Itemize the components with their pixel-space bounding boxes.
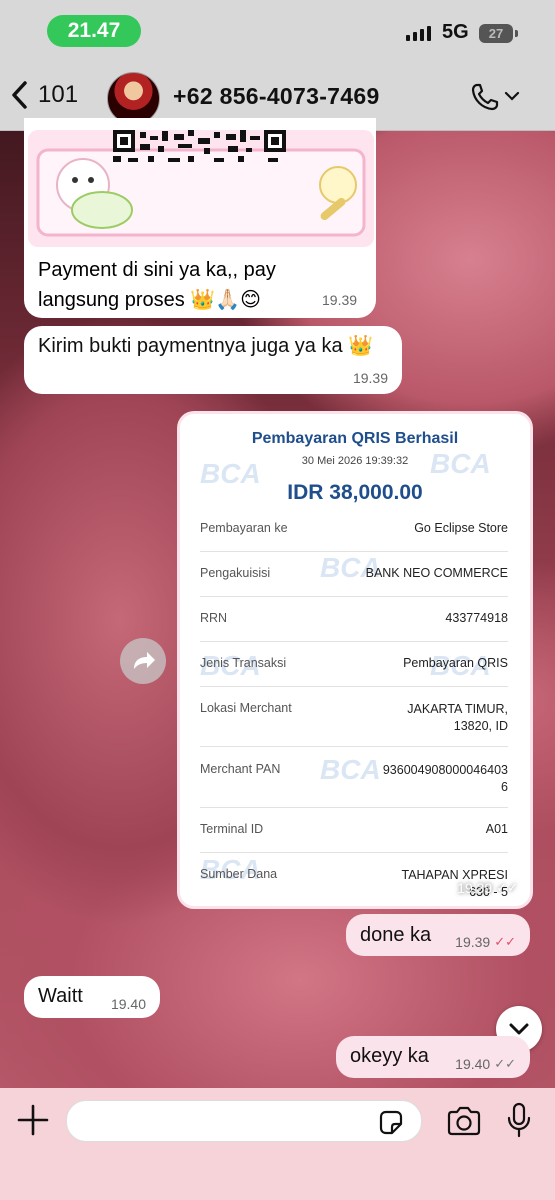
- message-time: 19.39: [322, 292, 357, 308]
- time-label: 19.39: [457, 880, 493, 896]
- row-label: RRN: [200, 611, 228, 625]
- message-text: okeyy ka: [350, 1045, 429, 1067]
- message-time: 19.39 ✓✓: [455, 934, 516, 950]
- receipt-title: Pembayaran QRIS Berhasil: [251, 430, 459, 447]
- qr-pattern: [36, 130, 366, 237]
- attach-button[interactable]: [15, 1102, 51, 1143]
- sticker-button[interactable]: [377, 1109, 405, 1142]
- row-value: BANK NEO COMMERCE: [365, 566, 508, 580]
- receipt-row: RRN 433774918: [200, 611, 508, 642]
- receipt-row: Pengakuisisi BANK NEO COMMERCE: [200, 566, 508, 597]
- row-label: Pembayaran ke: [200, 521, 288, 535]
- message-time: 19.40 ✓✓: [455, 1056, 516, 1072]
- receipt-row: Terminal ID A01: [200, 822, 508, 853]
- message-input[interactable]: [66, 1100, 422, 1142]
- message-bubble[interactable]: Kirim bukti paymentnya juga ya ka 👑 19.3…: [24, 326, 402, 394]
- row-value: Go Eclipse Store: [414, 521, 508, 535]
- battery-icon: 27: [479, 24, 518, 43]
- time-label: 19.39: [322, 292, 358, 308]
- row-value: Pembayaran QRIS: [403, 656, 508, 670]
- status-bar: 21.47 5G 27: [0, 0, 555, 64]
- message-time: 19.39: [353, 370, 388, 386]
- message-bubble[interactable]: okeyy ka 19.40 ✓✓: [336, 1036, 530, 1078]
- receipt-row: Jenis Transaksi Pembayaran QRIS: [200, 656, 508, 687]
- message-text: Waitt: [38, 985, 83, 1007]
- sticker-icon: [379, 1110, 403, 1135]
- row-label: Merchant PAN: [200, 762, 281, 776]
- signal-icon: [406, 26, 431, 41]
- call-button[interactable]: [470, 82, 520, 117]
- receipt-amount: IDR 38,000.00: [287, 481, 423, 504]
- composer-bar: [0, 1088, 555, 1200]
- receipt-datetime: 30 Mei 2026 19:39:32: [301, 455, 409, 467]
- read-tick-icon: ✓✓: [494, 934, 516, 949]
- message-time: 19.39 ✓✓: [457, 880, 518, 896]
- receipt-image[interactable]: BCA BCA BCA BCA BCA BCA BCA Pembayaran Q…: [180, 414, 530, 906]
- message-text: done ka: [360, 924, 432, 946]
- microphone-icon: [507, 1102, 531, 1138]
- row-label: Sumber Dana: [200, 867, 278, 881]
- message-bubble[interactable]: done ka 19.39 ✓✓: [346, 914, 530, 956]
- voice-note-button[interactable]: [506, 1102, 532, 1143]
- row-value: JAKARTA TIMUR, 13820, ID: [407, 702, 508, 733]
- message-text: Payment di sini ya ka,, pay langsung pro…: [38, 259, 276, 311]
- plus-icon: [17, 1104, 49, 1136]
- time-label: 19.39: [455, 934, 491, 950]
- time-label: 19.40: [455, 1056, 491, 1072]
- contact-name[interactable]: +62 856-4073-7469: [173, 83, 380, 110]
- phone-icon: [471, 83, 499, 111]
- row-label: Terminal ID: [200, 822, 264, 836]
- receipt-row: Pembayaran ke Go Eclipse Store: [200, 521, 508, 552]
- camera-icon: [447, 1106, 481, 1136]
- row-value: A01: [485, 822, 508, 836]
- receipt-row: Lokasi Merchant JAKARTA TIMUR, 13820, ID: [200, 701, 508, 747]
- read-tick-icon: ✓✓: [496, 880, 518, 895]
- message-bubble[interactable]: Waitt 19.40: [24, 976, 160, 1018]
- chevron-down-icon: [505, 91, 520, 101]
- unread-count: 101: [38, 81, 79, 108]
- time-label: 19.39: [352, 370, 388, 386]
- row-label: Pengakuisisi: [200, 566, 271, 580]
- message-time: 19.40: [111, 996, 146, 1012]
- network-type: 5G: [442, 21, 469, 43]
- row-value: 93600490800004640​3 6: [382, 763, 508, 794]
- status-time: 21.47: [47, 15, 141, 47]
- row-label: Lokasi Merchant: [200, 701, 292, 715]
- camera-button[interactable]: [446, 1105, 482, 1142]
- row-value: 433774918: [445, 611, 508, 625]
- time-label: 19.40: [110, 996, 146, 1012]
- forward-icon: [134, 652, 155, 669]
- back-button[interactable]: 101: [10, 80, 78, 110]
- forward-button[interactable]: [120, 638, 166, 684]
- row-label: Jenis Transaksi: [200, 656, 287, 670]
- delivered-tick-icon: ✓✓: [494, 1056, 516, 1071]
- qr-code-image[interactable]: [28, 130, 374, 247]
- receipt-row: Merchant PAN 93600490800004640​3 6: [200, 762, 508, 808]
- back-chevron-icon: [12, 81, 27, 109]
- message-text: Kirim bukti paymentnya juga ya ka 👑: [38, 335, 374, 357]
